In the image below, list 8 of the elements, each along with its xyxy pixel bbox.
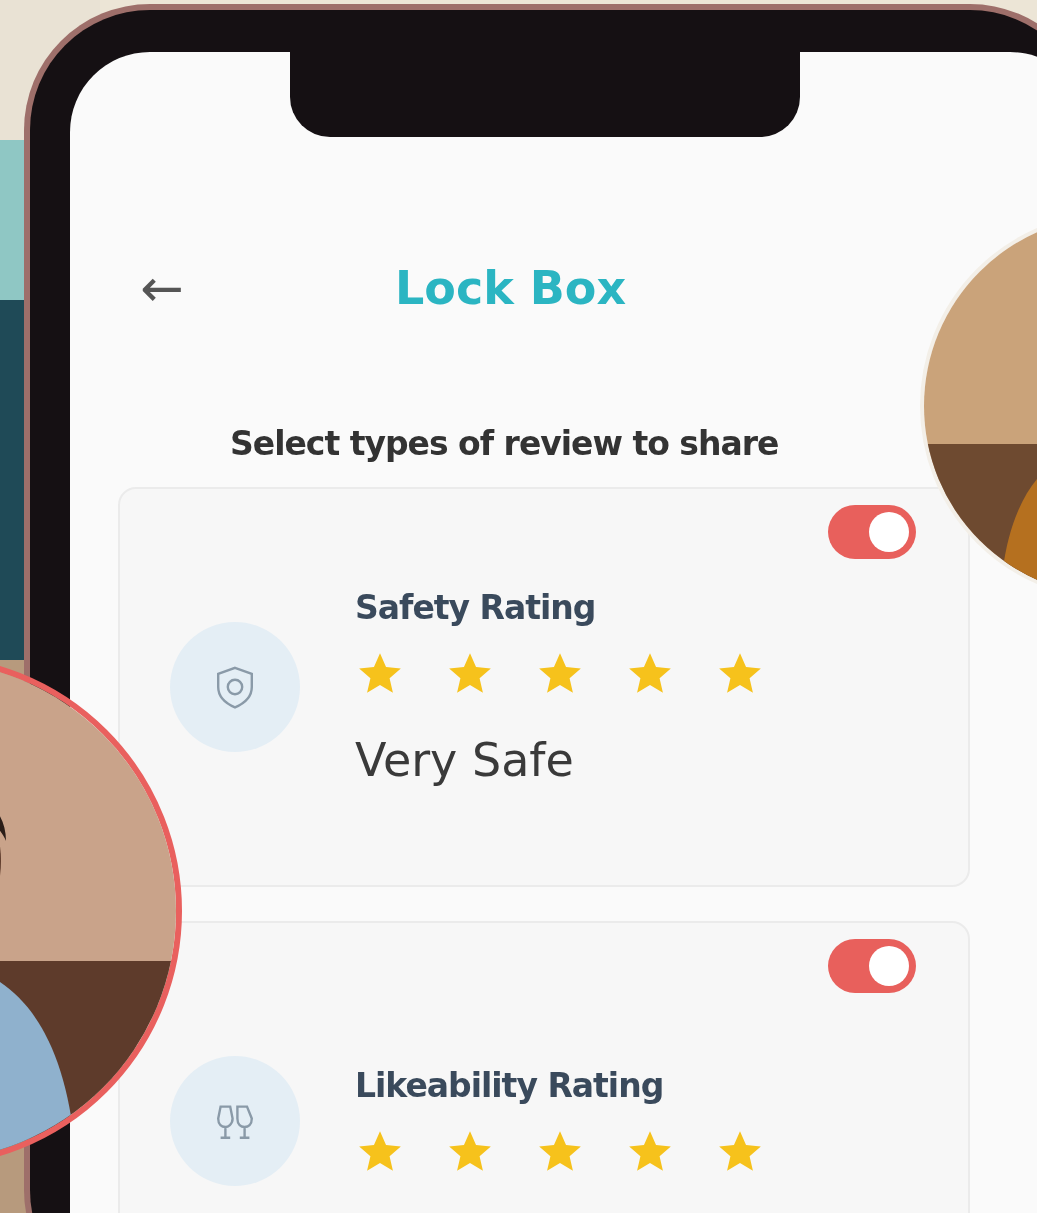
toggle-switch[interactable]	[828, 505, 916, 559]
back-button[interactable]: ←	[140, 262, 200, 314]
toggle-switch[interactable]	[828, 939, 916, 993]
screen-title: Lock Box	[395, 261, 627, 315]
rating-verdict: Very Safe	[355, 732, 575, 787]
rating-title: Safety Rating	[355, 587, 597, 627]
subtitle: Select types of review to share	[230, 424, 780, 463]
rating-title: Likeability Rating	[355, 1065, 665, 1105]
